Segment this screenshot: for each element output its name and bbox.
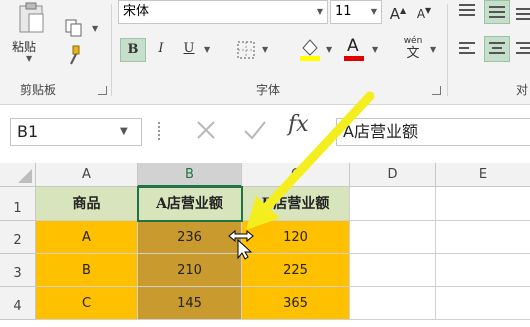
cell-a1[interactable]: 商品: [36, 187, 138, 221]
column-header-c[interactable]: C: [242, 163, 350, 187]
phonetic-bottom: 文: [406, 46, 420, 61]
column-header-e[interactable]: E: [436, 163, 530, 187]
formula-bar-grip-icon[interactable]: [158, 122, 164, 140]
resize-cursor-icon: [226, 224, 256, 260]
group-separator: [111, 4, 112, 96]
column-header-b[interactable]: B: [138, 163, 242, 187]
font-size-combo[interactable]: 11 ▼: [330, 0, 382, 24]
cell-d3[interactable]: [350, 254, 436, 287]
insert-function-icon[interactable]: fx: [288, 112, 309, 137]
clipboard-group-label: 剪贴板: [20, 83, 57, 97]
column-header-d[interactable]: D: [350, 163, 436, 187]
ribbon: 粘贴 ▼ ▼ 剪贴板 宋体 ▼ 11 ▼ A▲ A▼ B I U ▼ ▼ ▼ A…: [0, 0, 530, 105]
copy-dropdown-icon[interactable]: ▼: [92, 24, 98, 33]
font-color-letter: A: [347, 36, 359, 56]
select-all-button[interactable]: [0, 163, 36, 187]
cell-a4[interactable]: C: [36, 287, 138, 320]
align-right-icon[interactable]: [514, 38, 530, 60]
align-middle-icon[interactable]: [484, 0, 510, 24]
phonetic-guide-button[interactable]: wén 文: [398, 36, 428, 64]
font-size-dropdown-icon[interactable]: ▼: [371, 1, 377, 23]
fill-color-dropdown-icon[interactable]: ▼: [326, 45, 332, 54]
font-group-label: 字体: [256, 83, 281, 97]
borders-icon[interactable]: [236, 40, 258, 60]
cell-c3[interactable]: 225: [242, 254, 350, 287]
align-center-icon[interactable]: [484, 36, 510, 62]
cell-b4[interactable]: 145: [138, 287, 242, 320]
group-separator: [447, 4, 448, 96]
underline-dropdown-icon[interactable]: ▼: [204, 45, 210, 54]
font-color-button[interactable]: A: [342, 36, 366, 62]
phonetic-dropdown-icon[interactable]: ▼: [430, 45, 436, 54]
font-launcher-icon[interactable]: [432, 86, 441, 95]
alignment-group-label: 对: [516, 83, 529, 97]
grow-font-button[interactable]: A▲: [388, 0, 408, 23]
phonetic-top: wén: [403, 36, 423, 46]
fill-color-icon[interactable]: [298, 36, 322, 62]
selected-cell-outline: [137, 186, 243, 222]
underline-button[interactable]: U: [178, 38, 200, 60]
row-header-1[interactable]: 1: [0, 187, 36, 221]
cell-d4[interactable]: [350, 287, 436, 320]
row-header-3[interactable]: 3: [0, 254, 36, 287]
cancel-icon[interactable]: [192, 116, 220, 144]
column-header-a[interactable]: A: [36, 163, 138, 187]
paste-dropdown-icon[interactable]: ▼: [26, 54, 32, 63]
font-name-dropdown-icon[interactable]: ▼: [317, 1, 323, 23]
cell-c2[interactable]: 120: [242, 221, 350, 254]
formula-input[interactable]: A店营业额: [336, 118, 530, 146]
font-name-combo[interactable]: 宋体 ▼: [118, 0, 328, 24]
cell-e2[interactable]: [436, 221, 530, 254]
cell-d1[interactable]: [350, 187, 436, 221]
shrink-font-glyph: A: [416, 7, 426, 21]
cell-c1[interactable]: B店营业额: [242, 187, 350, 221]
cell-a3[interactable]: B: [36, 254, 138, 287]
cell-e3[interactable]: [436, 254, 530, 287]
font-size-value: 11: [335, 4, 352, 19]
paste-icon: [19, 2, 44, 33]
format-painter-icon[interactable]: [64, 44, 88, 66]
name-box-dropdown-icon[interactable]: ▼: [120, 126, 128, 137]
font-color-dropdown-icon[interactable]: ▼: [372, 45, 378, 54]
cell-e4[interactable]: [436, 287, 530, 320]
align-top-icon[interactable]: [456, 2, 478, 22]
align-bottom-icon[interactable]: [514, 2, 530, 22]
cell-e1[interactable]: [436, 187, 530, 221]
align-left-icon[interactable]: [456, 38, 478, 60]
row-header-2[interactable]: 2: [0, 221, 36, 254]
font-color-swatch: [344, 56, 364, 61]
cell-c4[interactable]: 365: [242, 287, 350, 320]
clipboard-launcher-icon[interactable]: [98, 86, 107, 95]
grow-font-glyph: A: [389, 5, 401, 23]
bold-button[interactable]: B: [120, 38, 146, 62]
paste-label: 粘贴: [12, 40, 37, 54]
borders-dropdown-icon[interactable]: ▼: [262, 45, 268, 54]
font-name-value: 宋体: [123, 4, 150, 19]
cell-d2[interactable]: [350, 221, 436, 254]
row-header-4[interactable]: 4: [0, 287, 36, 320]
cell-a2[interactable]: A: [36, 221, 138, 254]
paste-button[interactable]: 粘贴 ▼: [8, 2, 56, 64]
italic-button[interactable]: I: [150, 38, 172, 60]
enter-icon[interactable]: [240, 116, 270, 144]
shrink-font-button[interactable]: A▼: [414, 0, 434, 22]
copy-icon[interactable]: [64, 18, 88, 40]
